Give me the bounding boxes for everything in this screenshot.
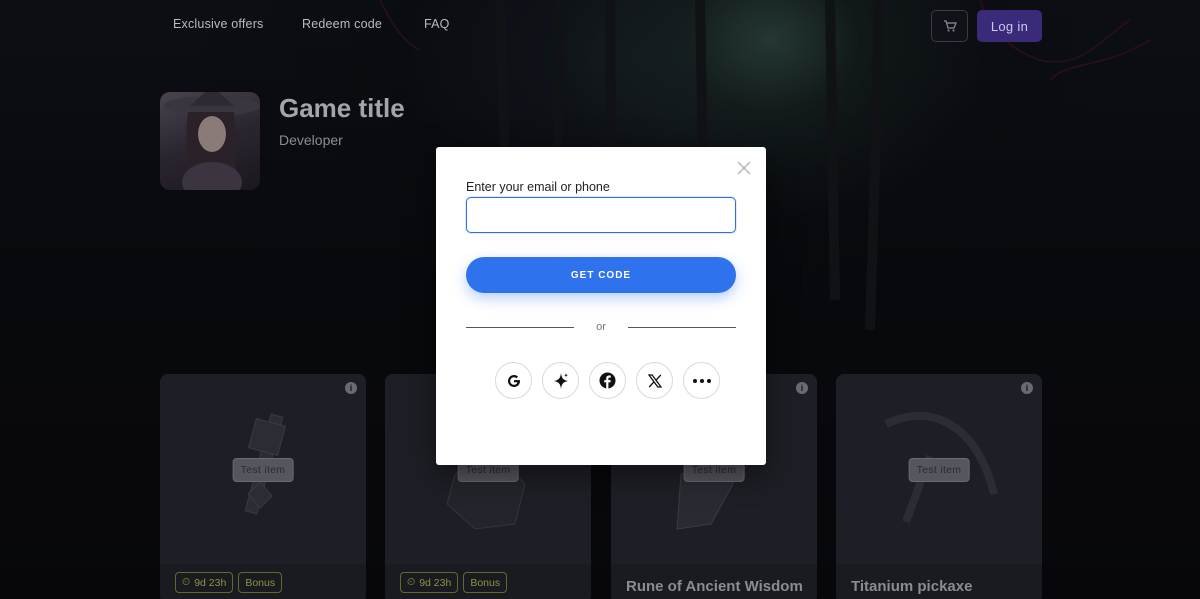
cart-icon <box>943 20 957 32</box>
social-login-row <box>495 362 720 399</box>
game-cover-image <box>160 92 260 190</box>
bonus-tag: Bonus <box>238 572 283 593</box>
game-title: Game title <box>279 93 405 123</box>
get-code-button[interactable]: GET CODE <box>466 257 736 293</box>
nav-faq[interactable]: FAQ <box>424 17 450 31</box>
close-icon[interactable] <box>736 160 752 176</box>
bonus-tag: Bonus <box>463 572 508 593</box>
info-icon[interactable]: i <box>345 382 357 394</box>
test-item-badge: Test item <box>908 458 970 482</box>
x-login-button[interactable] <box>636 362 673 399</box>
clock-icon: ⏲ <box>182 576 191 588</box>
more-login-options-button[interactable] <box>683 362 720 399</box>
divider-line-right <box>628 327 736 328</box>
timer-tag: ⏲ 9d 23h <box>400 572 459 593</box>
item-name: Rune of Ancient Wisdom <box>626 578 803 595</box>
facebook-icon <box>599 372 616 389</box>
card-tags: ⏲ 9d 23h Bonus <box>175 572 283 593</box>
clock-icon: ⏲ <box>407 576 416 588</box>
cart-button[interactable] <box>931 10 968 42</box>
facebook-login-button[interactable] <box>589 362 626 399</box>
divider-or-text: or <box>596 321 606 333</box>
item-name: Titanium pickaxe <box>851 578 973 595</box>
login-button[interactable]: Log in <box>977 10 1042 42</box>
nav-exclusive-offers[interactable]: Exclusive offers <box>173 17 264 31</box>
google-login-button[interactable] <box>495 362 532 399</box>
timer-text: 9d 23h <box>194 576 227 589</box>
test-item-badge: Test item <box>232 458 294 482</box>
ai-login-button[interactable] <box>542 362 579 399</box>
info-icon[interactable]: i <box>796 382 808 394</box>
more-icon <box>692 378 711 383</box>
info-icon[interactable]: i <box>1021 382 1033 394</box>
login-modal: Enter your email or phone GET CODE or <box>436 147 766 465</box>
card-tags: ⏲ 9d 23h Bonus <box>400 572 508 593</box>
email-phone-label: Enter your email or phone <box>466 180 610 194</box>
email-phone-input[interactable] <box>466 197 736 233</box>
game-developer: Developer <box>279 132 343 148</box>
x-icon <box>647 373 662 388</box>
timer-text: 9d 23h <box>419 576 452 589</box>
item-card[interactable]: i Test item ⏲ 9d 23h Bonus <box>160 374 366 599</box>
nav-redeem-code[interactable]: Redeem code <box>302 17 382 31</box>
timer-tag: ⏲ 9d 23h <box>175 572 234 593</box>
divider-line-left <box>466 327 574 328</box>
item-card[interactable]: i Test item Titanium pickaxe <box>836 374 1042 599</box>
google-icon <box>507 374 520 387</box>
sparkle-icon <box>553 372 568 389</box>
